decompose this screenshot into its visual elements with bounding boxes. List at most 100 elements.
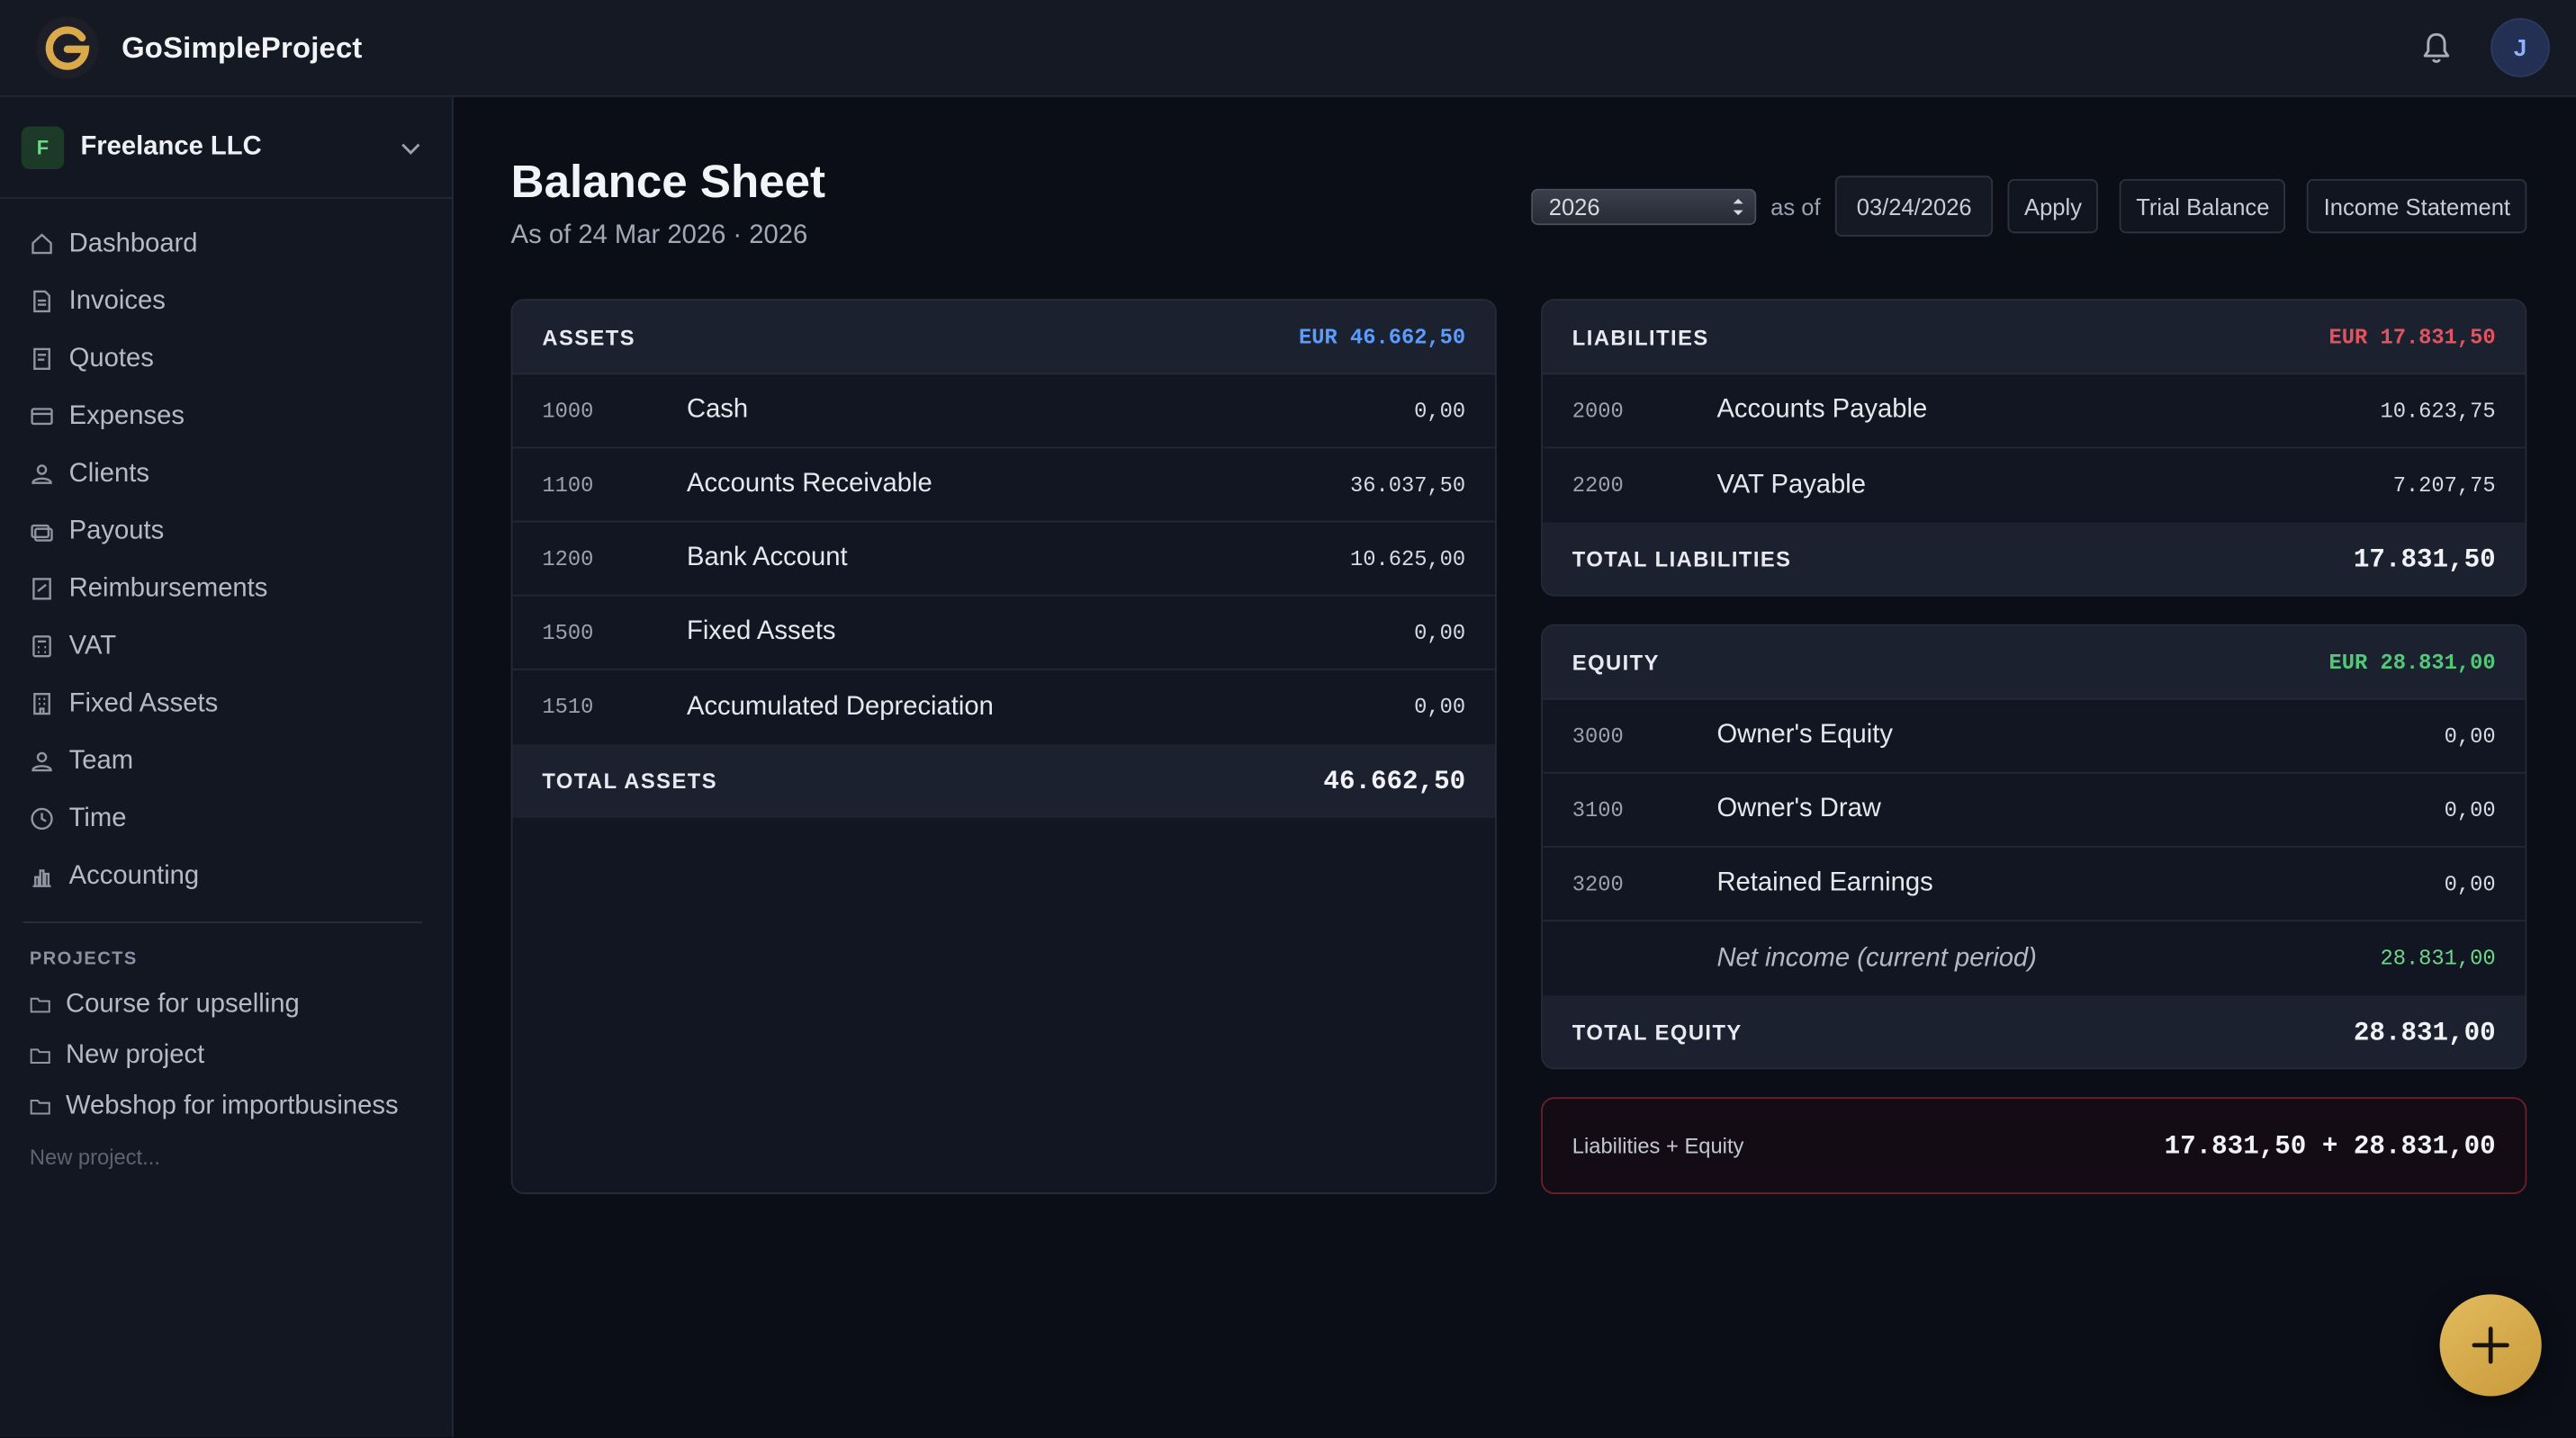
assets-card: ASSETS EUR 46.662,50 1000 Cash 0,00 1100… [510,299,1497,1194]
nav-fixed-assets[interactable]: Fixed Assets [0,675,452,732]
trial-balance-button[interactable]: Trial Balance [2119,178,2286,234]
card-icon [31,408,53,426]
apply-button[interactable]: Apply [2007,178,2099,234]
quote-icon [33,347,50,370]
notifications-bell-icon[interactable] [2405,16,2467,78]
folder-icon [30,1099,50,1115]
balance-check: Liabilities + Equity 17.831,50 + 28.831,… [1541,1097,2527,1194]
account-row[interactable]: 3100 Owner's Draw 0,00 [1542,774,2526,848]
nav-accounting[interactable]: Accounting [0,848,452,905]
receipt-icon [32,578,51,600]
account-row[interactable]: 1200 Bank Account 10.625,00 [512,522,1496,597]
nav-label: Expenses [68,401,185,430]
document-icon [33,290,50,313]
account-code: 1500 [542,620,594,645]
account-amount: 0,00 [2444,871,2496,896]
account-name: Fixed Assets [686,617,836,646]
account-code: 2000 [1572,398,1624,424]
nav-label: Clients [68,459,149,488]
nav-invoices[interactable]: Invoices [0,273,452,330]
balance-check-value: 17.831,50 + 28.831,00 [2164,1130,2496,1161]
folder-icon [30,1048,50,1064]
account-code: 3100 [1572,797,1624,822]
account-name: Retained Earnings [1716,868,1933,897]
total-label: TOTAL LIABILITIES [1572,546,1792,572]
user-avatar[interactable]: J [2490,18,2550,77]
liabilities-title: LIABILITIES [1572,324,1709,349]
equity-header-total: EUR 28.831,00 [2328,649,2496,675]
account-row[interactable]: 1510 Accumulated Depreciation 0,00 [512,670,1495,744]
nav-clients[interactable]: Clients [0,445,452,503]
account-amount: 0,00 [1414,620,1466,645]
account-amount: 10.625,00 [1349,545,1466,571]
project-label: Course for upselling [66,989,300,1018]
account-row[interactable]: 2000 Accounts Payable 10.623,75 [1542,374,2526,449]
app-root: GoSimpleProject J F Freelance LLC Dashbo [0,0,2576,1438]
income-statement-button[interactable]: Income Statement [2307,178,2527,234]
chart-icon [32,869,51,887]
account-amount: 10.623,75 [2380,398,2496,424]
project-label: Webshop for importbusiness [66,1091,399,1119]
account-row[interactable]: 3200 Retained Earnings 0,00 [1542,848,2526,921]
nav-vat[interactable]: VAT [0,617,452,675]
account-amount: 0,00 [1414,398,1466,424]
plus-icon [2472,1326,2509,1364]
nav-team[interactable]: Team [0,732,452,790]
org-name: Freelance LLC [80,131,262,160]
page-title: Balance Sheet [510,156,826,207]
nav-time[interactable]: Time [0,790,452,848]
team-icon [32,751,52,772]
assets-header: ASSETS EUR 46.662,50 [512,301,1496,375]
nav-quotes[interactable]: Quotes [0,330,452,388]
nav-expenses[interactable]: Expenses [0,388,452,445]
account-code: 1510 [542,695,594,720]
as-of-date-input[interactable]: 03/24/2026 [1835,175,1994,237]
account-row[interactable]: 1100 Accounts Receivable 36.037,50 [512,448,1496,523]
account-name: Accounts Payable [1716,395,1928,424]
nav-label: Quotes [68,344,154,373]
account-code: 1000 [542,398,594,424]
year-select[interactable]: 2026 [1530,187,1756,225]
brand-link[interactable]: GoSimpleProject [36,16,363,79]
org-switcher[interactable]: F Freelance LLC [0,97,452,199]
nav-label: Team [68,746,134,775]
nav-label: Reimbursements [68,573,268,602]
total-label: TOTAL ASSETS [542,768,718,794]
projects-section-label: PROJECTS [29,949,138,969]
nav-payouts[interactable]: Payouts [0,503,452,561]
assets-total-row: TOTAL ASSETS 46.662,50 [512,743,1496,818]
project-item[interactable]: Webshop for importbusiness [0,1081,452,1132]
building-icon [33,693,50,715]
nav-reimbursements[interactable]: Reimbursements [0,560,452,617]
account-name: VAT Payable [1716,470,1867,499]
brand-name: GoSimpleProject [122,30,363,64]
total-value: 28.831,00 [2353,1017,2496,1047]
select-arrows-icon [1733,197,1743,215]
nav-dashboard[interactable]: Dashboard [0,215,452,273]
liabilities-total-row: TOTAL LIABILITIES 17.831,50 [1542,522,2526,595]
account-row[interactable]: 1000 Cash 0,00 [512,374,1496,449]
page-subtitle: As of 24 Mar 2026 · 2026 [510,221,808,250]
as-of-label: as of [1770,193,1821,220]
net-income-amount: 28.831,00 [2380,946,2496,971]
account-code: 2200 [1572,472,1624,499]
account-row[interactable]: 2200 VAT Payable 7.207,75 [1543,448,2526,522]
new-project-input[interactable]: New project... [0,1132,452,1169]
account-name: Accounts Receivable [686,470,932,499]
total-value: 46.662,50 [1323,766,1466,796]
home-icon [32,233,52,255]
account-name: Owner's Draw [1716,795,1881,823]
equity-title: EQUITY [1572,649,1660,675]
account-code: 3000 [1572,723,1624,749]
account-row[interactable]: 3000 Owner's Equity 0,00 [1542,700,2526,774]
project-item[interactable]: New project [0,1029,452,1081]
account-row[interactable]: 1500 Fixed Assets 0,00 [512,597,1496,670]
project-item[interactable]: Course for upselling [0,979,452,1030]
equity-total-row: TOTAL EQUITY 28.831,00 [1542,995,2526,1068]
equity-card: EQUITY EUR 28.831,00 3000 Owner's Equity… [1541,624,2527,1070]
total-value: 17.831,50 [2353,544,2496,574]
sidebar: F Freelance LLC Dashboard Invoices Quote… [0,96,454,1438]
assets-title: ASSETS [542,324,636,349]
account-amount: 0,00 [1414,695,1466,720]
add-fab-button[interactable] [2439,1294,2542,1397]
